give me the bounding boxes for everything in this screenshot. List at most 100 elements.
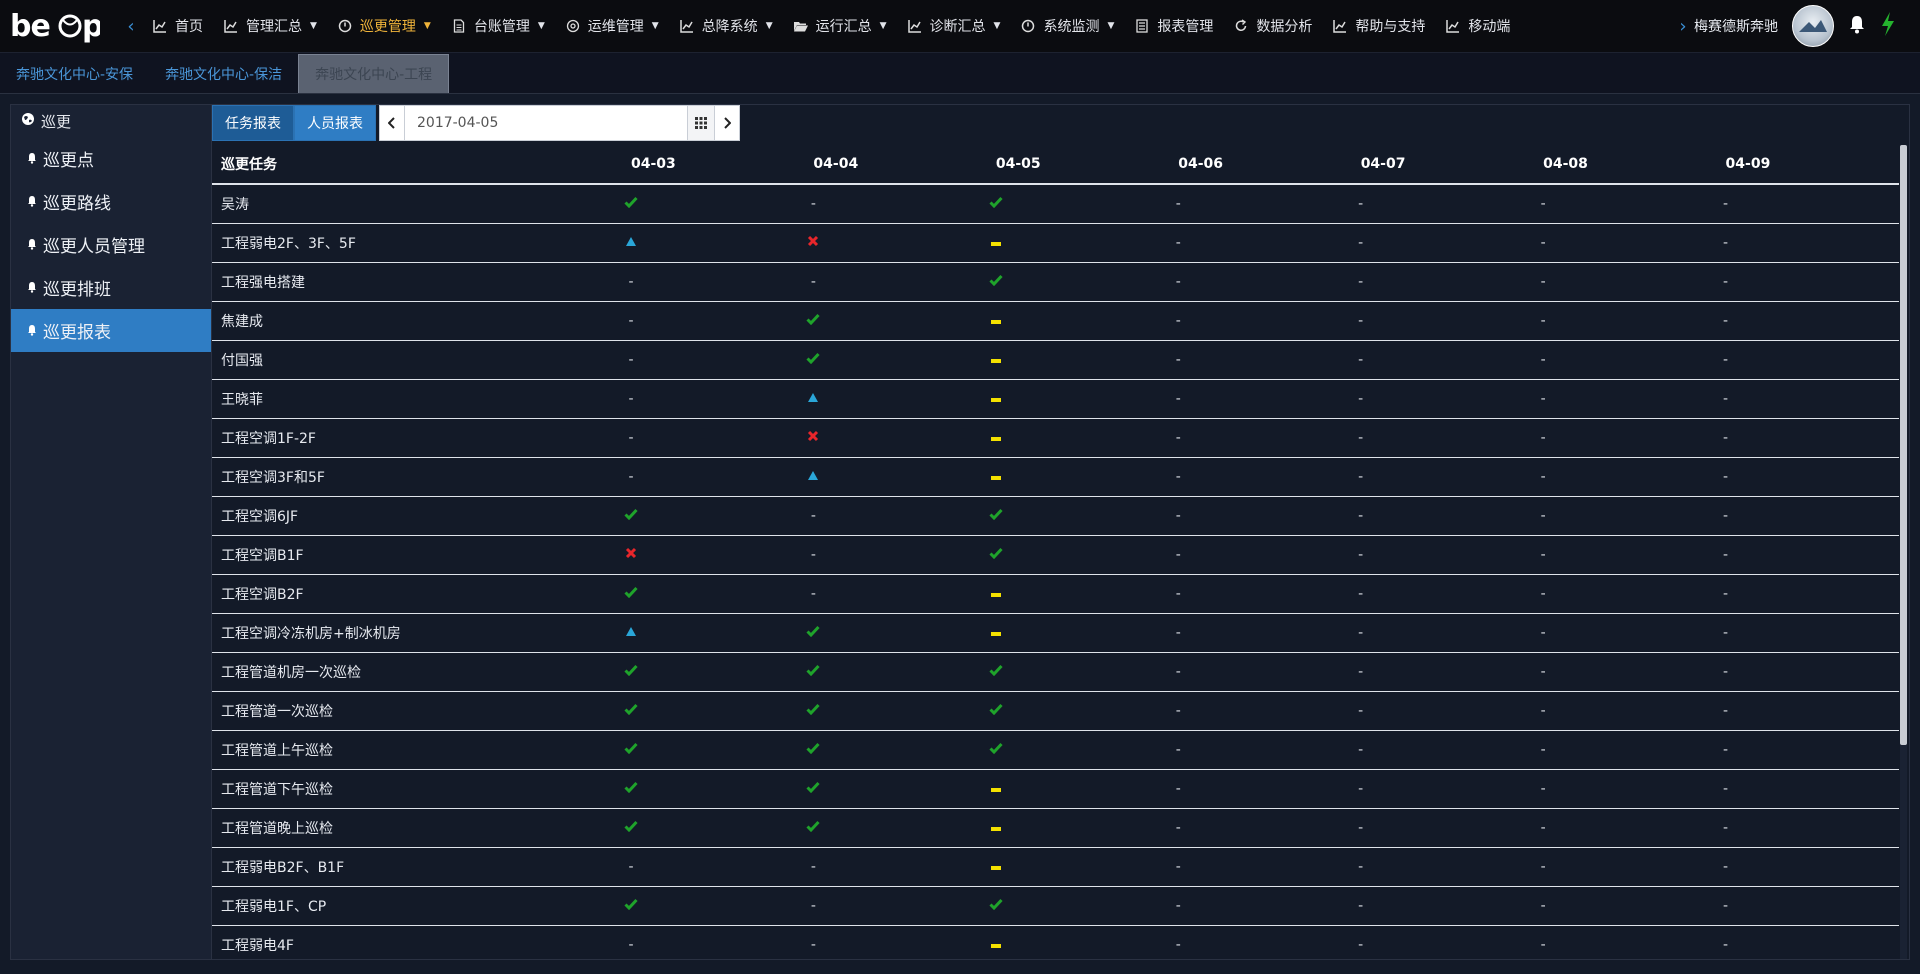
nav-item-1[interactable]: 管理汇总 ▼	[213, 0, 327, 52]
sidebar: 巡更 巡更点 巡更路线 巡更人员管理 巡更排班 巡更报表	[10, 104, 211, 960]
status-cell	[622, 730, 805, 770]
status-cell: -	[1169, 496, 1352, 536]
sidebar-item-3[interactable]: 巡更排班	[11, 266, 211, 309]
nav-item-12[interactable]: 移动端	[1435, 0, 1520, 52]
status-empty: -	[1358, 937, 1364, 953]
status-cell: -	[804, 574, 987, 614]
nav-item-4[interactable]: 运维管理 ▼	[555, 0, 669, 52]
chart-line-icon	[907, 18, 923, 34]
status-empty: -	[1358, 430, 1364, 446]
vertical-scrollbar[interactable]	[1900, 145, 1907, 959]
check-icon	[806, 820, 821, 833]
lightning-icon[interactable]	[1880, 12, 1896, 40]
status-empty: -	[1175, 703, 1181, 719]
globe-icon	[21, 112, 35, 130]
status-cell	[804, 418, 987, 458]
status-cell: -	[1716, 886, 1899, 926]
task-name: 工程弱电2F、3F、5F	[212, 223, 622, 263]
status-empty: -	[1540, 664, 1546, 680]
table-row: 工程空调6JF - - - - -	[212, 496, 1899, 536]
check-icon	[806, 313, 821, 326]
status-cell: -	[1534, 535, 1717, 575]
status-cell: -	[1534, 613, 1717, 653]
user-name[interactable]: 梅赛德斯奔驰	[1694, 16, 1778, 36]
next-date-button[interactable]	[714, 106, 739, 140]
bell-icon[interactable]	[1848, 14, 1866, 38]
nav-item-2[interactable]: 巡更管理 ▼	[327, 0, 441, 52]
bar-icon	[990, 359, 1001, 363]
status-empty: -	[1540, 235, 1546, 251]
status-cell: -	[1716, 223, 1899, 263]
task-report-button[interactable]: 任务报表	[212, 105, 294, 141]
status-cell: -	[804, 847, 987, 887]
status-cell: -	[1534, 457, 1717, 497]
status-cell	[986, 496, 1170, 536]
nav-item-3[interactable]: 台账管理 ▼	[441, 0, 555, 52]
report-toolbar: 任务报表 人员报表	[212, 105, 1909, 141]
status-cell: -	[1351, 184, 1535, 224]
header-date: 04-08	[1534, 145, 1717, 185]
staff-report-button[interactable]: 人员报表	[294, 105, 376, 141]
status-empty: -	[1358, 352, 1364, 368]
tab-2[interactable]: 奔驰文化中心-工程	[298, 54, 450, 93]
nav-item-8[interactable]: 系统监测 ▼	[1010, 0, 1124, 52]
nav-item-0[interactable]: 首页	[142, 0, 213, 52]
nav-item-9[interactable]: 报表管理	[1124, 0, 1223, 52]
status-cell: -	[1716, 769, 1899, 809]
caret-down-icon: ▼	[423, 21, 431, 31]
status-check-mark	[801, 313, 825, 329]
status-empty: -	[1175, 508, 1181, 524]
status-empty: -	[1723, 313, 1729, 329]
status-cell: -	[1351, 769, 1535, 809]
status-empty: -	[1358, 235, 1364, 251]
status-cell: -	[622, 925, 805, 959]
scrollbar-thumb[interactable]	[1900, 145, 1907, 745]
status-empty: -	[1723, 196, 1729, 212]
nav-item-10[interactable]: 数据分析	[1223, 0, 1322, 52]
folder-open-icon	[793, 18, 809, 34]
calendar-button[interactable]	[687, 106, 714, 140]
status-empty: -	[628, 469, 634, 485]
sidebar-item-0[interactable]: 巡更点	[11, 137, 211, 180]
table-row: 工程弱电4F - - - - - -	[212, 925, 1899, 959]
nav-scroll-right-icon[interactable]: ›	[1672, 16, 1694, 37]
status-cross-mark	[801, 235, 825, 251]
report-panel: 任务报表 人员报表 2017-04-05 巡更任务 04-03 04-04 04…	[211, 104, 1910, 960]
sidebar-item-4[interactable]: 巡更报表	[11, 309, 211, 352]
check-icon	[806, 781, 821, 794]
status-empty: -	[1723, 898, 1729, 914]
status-bar-mark	[984, 469, 1008, 485]
tab-0[interactable]: 奔驰文化中心-安保	[0, 55, 149, 93]
nav-scroll-left-icon[interactable]: ‹	[120, 16, 142, 37]
brand-logo[interactable]: be p	[0, 0, 120, 52]
status-cell: -	[1716, 808, 1899, 848]
status-empty: -	[1723, 859, 1729, 875]
header-date: 04-09	[1716, 145, 1899, 185]
status-cell	[986, 301, 1170, 341]
status-check-mark	[619, 781, 643, 797]
task-name: 工程管道晚上巡检	[212, 808, 622, 848]
nav-item-11[interactable]: 帮助与支持	[1322, 0, 1435, 52]
status-empty: -	[1540, 859, 1546, 875]
date-field[interactable]	[405, 106, 687, 140]
status-cell: -	[1534, 925, 1717, 959]
avatar[interactable]	[1792, 5, 1834, 47]
prev-date-button[interactable]	[380, 106, 405, 140]
status-cell: -	[804, 184, 987, 224]
status-check-mark	[984, 196, 1008, 212]
status-empty: -	[1358, 820, 1364, 836]
nav-item-5[interactable]: 总降系统 ▼	[669, 0, 783, 52]
nav-item-6[interactable]: 运行汇总 ▼	[783, 0, 897, 52]
check-icon	[989, 898, 1003, 911]
tab-1[interactable]: 奔驰文化中心-保洁	[149, 55, 298, 93]
sidebar-item-1[interactable]: 巡更路线	[11, 180, 211, 223]
status-cell: -	[1169, 925, 1352, 959]
status-cell	[804, 691, 987, 731]
nav-item-7[interactable]: 诊断汇总 ▼	[897, 0, 1011, 52]
status-cell: -	[1169, 418, 1352, 458]
sidebar-item-2[interactable]: 巡更人员管理	[11, 223, 211, 266]
status-cell: -	[1169, 691, 1352, 731]
status-cell: -	[1351, 730, 1535, 770]
nav-item-label: 移动端	[1468, 19, 1511, 35]
task-name: 工程空调冷冻机房+制冰机房	[212, 613, 622, 653]
